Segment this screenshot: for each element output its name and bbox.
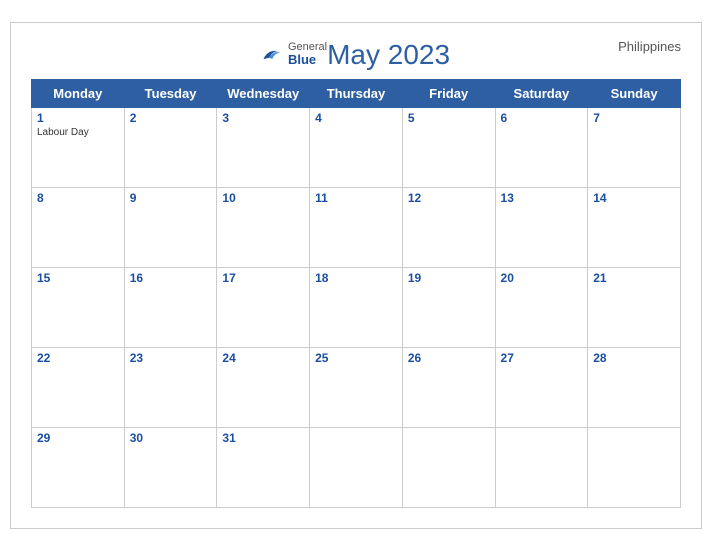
day-number: 30 — [130, 431, 212, 445]
col-thursday: Thursday — [310, 79, 403, 107]
calendar-day-cell: 7 — [588, 107, 681, 187]
logo-bird-icon — [262, 46, 284, 62]
calendar-day-cell: 17 — [217, 267, 310, 347]
day-number: 31 — [222, 431, 304, 445]
day-number: 9 — [130, 191, 212, 205]
calendar-day-cell: 1 Labour Day — [32, 107, 125, 187]
calendar-day-cell: 9 — [124, 187, 217, 267]
calendar-day-cell: 10 — [217, 187, 310, 267]
day-number: 12 — [408, 191, 490, 205]
col-sunday: Sunday — [588, 79, 681, 107]
calendar-day-cell: 15 — [32, 267, 125, 347]
calendar-day-cell: 12 — [402, 187, 495, 267]
day-number: 19 — [408, 271, 490, 285]
day-number: 6 — [501, 111, 583, 125]
day-number: 26 — [408, 351, 490, 365]
calendar-day-cell: 16 — [124, 267, 217, 347]
calendar-day-cell — [495, 427, 588, 507]
day-number: 25 — [315, 351, 397, 365]
calendar-header: General Blue May 2023 Philippines — [31, 39, 681, 71]
calendar-day-cell: 6 — [495, 107, 588, 187]
day-number: 2 — [130, 111, 212, 125]
calendar-table: Monday Tuesday Wednesday Thursday Friday… — [31, 79, 681, 508]
country-label: Philippines — [618, 39, 681, 54]
day-number: 20 — [501, 271, 583, 285]
calendar-week-row: 29 30 31 — [32, 427, 681, 507]
calendar-day-cell — [310, 427, 403, 507]
day-number: 17 — [222, 271, 304, 285]
calendar-day-cell: 31 — [217, 427, 310, 507]
day-number: 28 — [593, 351, 675, 365]
day-number: 27 — [501, 351, 583, 365]
day-number: 7 — [593, 111, 675, 125]
day-number: 3 — [222, 111, 304, 125]
calendar-day-cell: 13 — [495, 187, 588, 267]
calendar-title: May 2023 — [327, 39, 450, 71]
calendar-container: General Blue May 2023 Philippines Monday… — [10, 22, 702, 529]
calendar-day-cell: 21 — [588, 267, 681, 347]
logo: General Blue — [262, 41, 327, 67]
calendar-day-cell: 20 — [495, 267, 588, 347]
day-number: 18 — [315, 271, 397, 285]
day-number: 10 — [222, 191, 304, 205]
calendar-week-row: 89 10 11 12 13 14 — [32, 187, 681, 267]
calendar-day-cell: 14 — [588, 187, 681, 267]
calendar-day-cell: 24 — [217, 347, 310, 427]
calendar-day-cell: 27 — [495, 347, 588, 427]
calendar-week-row: 1 Labour Day 234567 — [32, 107, 681, 187]
calendar-day-cell — [402, 427, 495, 507]
logo-blue-text: Blue — [288, 53, 327, 67]
calendar-day-cell: 8 — [32, 187, 125, 267]
day-number: 22 — [37, 351, 119, 365]
day-number: 21 — [593, 271, 675, 285]
calendar-day-cell: 22 — [32, 347, 125, 427]
calendar-day-cell: 26 — [402, 347, 495, 427]
calendar-day-cell: 30 — [124, 427, 217, 507]
calendar-day-cell: 19 — [402, 267, 495, 347]
day-number: 11 — [315, 191, 397, 205]
day-number: 14 — [593, 191, 675, 205]
day-number: 24 — [222, 351, 304, 365]
day-number: 8 — [37, 191, 119, 205]
calendar-day-cell: 28 — [588, 347, 681, 427]
calendar-day-cell: 3 — [217, 107, 310, 187]
day-number: 5 — [408, 111, 490, 125]
calendar-day-cell: 4 — [310, 107, 403, 187]
calendar-day-cell: 29 — [32, 427, 125, 507]
day-number: 13 — [501, 191, 583, 205]
col-friday: Friday — [402, 79, 495, 107]
calendar-body: 1Labour Day23456789101112131415161718192… — [32, 107, 681, 507]
day-number: 29 — [37, 431, 119, 445]
col-tuesday: Tuesday — [124, 79, 217, 107]
calendar-day-cell: 2 — [124, 107, 217, 187]
calendar-day-cell — [588, 427, 681, 507]
col-saturday: Saturday — [495, 79, 588, 107]
calendar-header-row: Monday Tuesday Wednesday Thursday Friday… — [32, 79, 681, 107]
calendar-week-row: 22 23 24 25 26 27 28 — [32, 347, 681, 427]
calendar-day-cell: 11 — [310, 187, 403, 267]
calendar-day-cell: 23 — [124, 347, 217, 427]
calendar-week-row: 15 16 17 18 19 20 21 — [32, 267, 681, 347]
col-monday: Monday — [32, 79, 125, 107]
logo-text: General Blue — [288, 41, 327, 67]
day-number: 16 — [130, 271, 212, 285]
calendar-day-cell: 18 — [310, 267, 403, 347]
day-number: 15 — [37, 271, 119, 285]
col-wednesday: Wednesday — [217, 79, 310, 107]
calendar-thead: Monday Tuesday Wednesday Thursday Friday… — [32, 79, 681, 107]
day-number: 23 — [130, 351, 212, 365]
holiday-label: Labour Day — [37, 127, 119, 138]
calendar-day-cell: 25 — [310, 347, 403, 427]
calendar-day-cell: 5 — [402, 107, 495, 187]
day-number: 1 — [37, 111, 119, 125]
day-number: 4 — [315, 111, 397, 125]
